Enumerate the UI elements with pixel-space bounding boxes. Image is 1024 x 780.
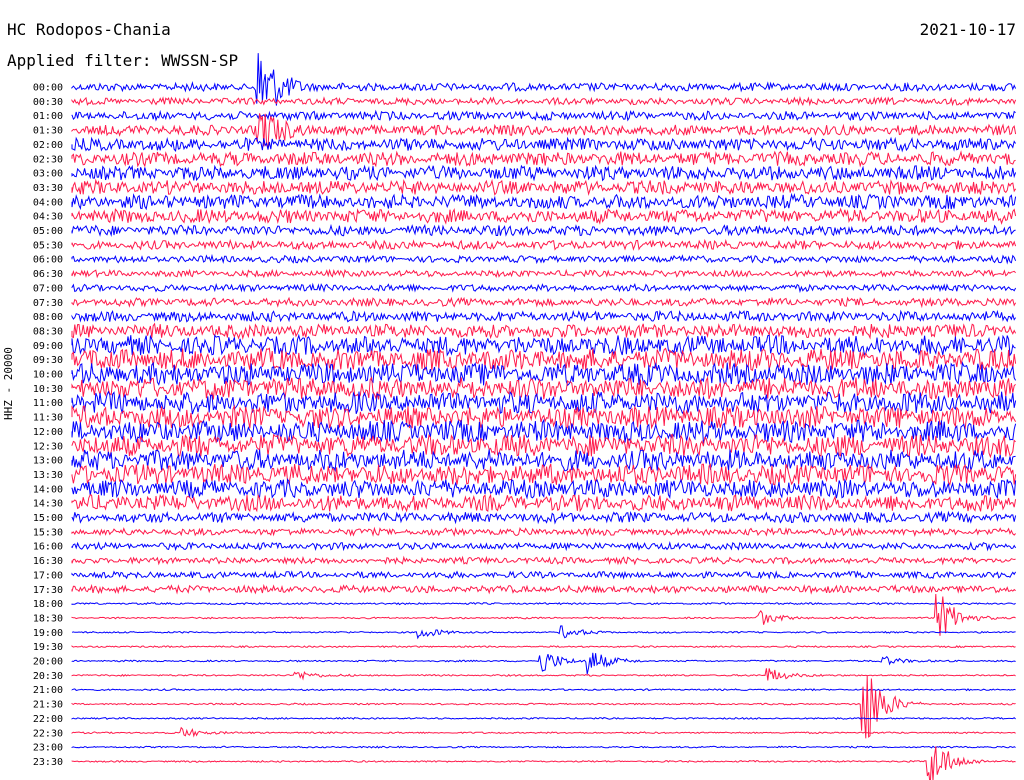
seismic-trace-row	[71, 109, 1016, 122]
seismic-trace-row	[71, 477, 1017, 500]
row-time-label: 23:00	[33, 743, 63, 754]
row-time-label: 21:30	[33, 700, 63, 711]
row-time-label: 16:30	[33, 556, 63, 567]
seismic-trace-row	[71, 192, 1017, 211]
row-time-label: 15:30	[33, 527, 63, 538]
seismic-trace-row	[71, 510, 1017, 525]
seismic-trace-row	[71, 150, 1016, 168]
seismic-trace-row	[71, 463, 1017, 486]
row-time-label: 18:00	[33, 599, 63, 610]
row-time-label: 05:00	[33, 226, 63, 237]
seismic-trace-row	[71, 113, 1017, 149]
row-time-label: 18:30	[33, 613, 63, 624]
row-time-label: 13:00	[33, 456, 63, 467]
row-time-label: 07:00	[33, 283, 63, 294]
seismic-trace-row	[71, 322, 1017, 340]
seismic-trace-row	[71, 746, 1016, 780]
seismic-trace-row	[71, 645, 1016, 649]
row-time-label: 20:00	[33, 657, 63, 668]
row-time-label: 10:30	[33, 384, 63, 395]
seismic-trace-row	[71, 96, 1017, 107]
seismic-trace-row	[71, 526, 1016, 538]
seismic-trace-row	[71, 433, 1016, 459]
row-time-label: 08:00	[33, 312, 63, 323]
row-time-label: 17:00	[33, 570, 63, 581]
seismic-trace-row	[71, 601, 1016, 606]
seismic-trace-row	[71, 268, 1016, 279]
row-time-label: 20:30	[33, 671, 63, 682]
row-time-label: 19:00	[33, 628, 63, 639]
seismic-trace-row	[71, 675, 1016, 739]
seismic-trace-row	[71, 282, 1017, 294]
row-time-label: 12:30	[33, 441, 63, 452]
seismic-trace-row	[71, 223, 1016, 237]
row-time-label: 04:30	[33, 212, 63, 223]
seismic-trace-row	[71, 207, 1017, 225]
row-time-label: 17:30	[33, 585, 63, 596]
seismic-trace-row	[71, 178, 1017, 196]
seismic-trace-row	[71, 333, 1016, 357]
seismic-trace-row	[71, 136, 1017, 153]
row-time-label: 09:30	[33, 355, 63, 366]
row-time-label: 06:00	[33, 255, 63, 266]
row-time-label: 11:30	[33, 413, 63, 424]
seismic-trace-row	[71, 253, 1017, 265]
row-time-label: 00:00	[33, 83, 63, 94]
row-time-label: 21:00	[33, 685, 63, 696]
row-time-label: 22:30	[33, 728, 63, 739]
row-time-label: 07:30	[33, 298, 63, 309]
seismic-trace-row	[71, 360, 1017, 387]
row-time-label: 02:30	[33, 154, 63, 165]
row-time-label: 14:30	[33, 499, 63, 510]
row-time-label: 05:30	[33, 240, 63, 251]
row-time-label: 22:00	[33, 714, 63, 725]
row-time-label: 16:00	[33, 542, 63, 553]
row-time-label: 08:30	[33, 326, 63, 337]
seismic-trace-row	[71, 164, 1017, 182]
seismic-trace-row	[71, 688, 1016, 692]
seismic-trace-row	[71, 745, 1016, 749]
row-time-label: 14:00	[33, 484, 63, 495]
seismic-trace-row	[71, 375, 1016, 400]
row-time-label: 10:00	[33, 370, 63, 381]
seismic-trace-row	[71, 583, 1016, 595]
seismic-trace-row	[71, 540, 1017, 552]
seismic-trace-row	[71, 238, 1017, 251]
row-time-label: 01:30	[33, 126, 63, 137]
row-time-label: 09:00	[33, 341, 63, 352]
row-time-label: 23:30	[33, 757, 63, 768]
row-time-label: 12:00	[33, 427, 63, 438]
seismic-trace-row	[71, 593, 1016, 636]
row-time-label: 06:30	[33, 269, 63, 280]
row-time-label: 13:30	[33, 470, 63, 481]
row-time-label: 02:00	[33, 140, 63, 151]
row-time-label: 03:30	[33, 183, 63, 194]
seismic-trace-row	[71, 296, 1017, 309]
seismic-trace-row	[71, 652, 1016, 675]
row-time-label: 01:00	[33, 111, 63, 122]
row-time-label: 00:30	[33, 97, 63, 108]
seismic-trace-row	[71, 625, 1016, 640]
row-time-label: 15:00	[33, 513, 63, 524]
seismic-trace-row	[71, 570, 1017, 580]
seismic-trace-row	[71, 555, 1016, 566]
row-time-label: 03:00	[33, 169, 63, 180]
row-time-label: 04:00	[33, 197, 63, 208]
row-time-label: 19:30	[33, 642, 63, 653]
row-time-label: 11:00	[33, 398, 63, 409]
helicorder-plot: 00:00 00:30 01:00 01:30 02:00 02:30 03:00 03:30…	[33, 53, 1017, 780]
seismic-trace-row	[71, 309, 1017, 324]
seismic-trace-row	[71, 726, 1016, 738]
